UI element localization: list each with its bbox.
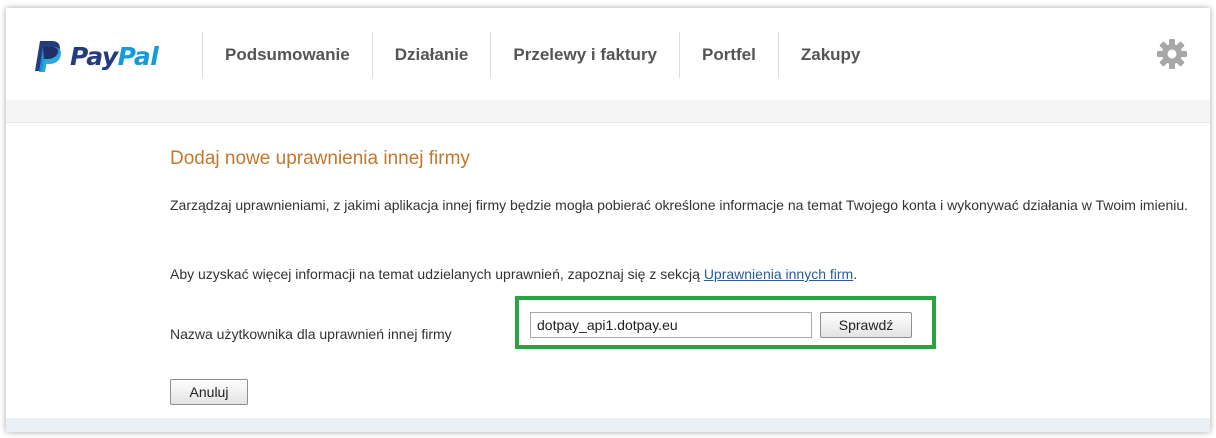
info-suffix: . [853,266,858,282]
info-text: Aby uzyskać więcej informacji na temat u… [170,266,857,282]
paypal-wordmark: PayPal [70,41,159,71]
page-description: Zarządzaj uprawnieniami, z jakimi aplika… [170,197,1189,213]
nav-item-dzialanie[interactable]: Działanie [371,32,491,78]
brand-name-part2: Pal [117,41,159,71]
main-nav: Podsumowanie Działanie Przelewy i faktur… [202,32,882,78]
username-input[interactable] [530,312,812,338]
paypal-p-icon [35,41,61,72]
nav-item-przelewy[interactable]: Przelewy i faktury [490,32,679,78]
username-label: Nazwa użytkownika dla uprawnień innej fi… [170,326,452,342]
nav-item-podsumowanie[interactable]: Podsumowanie [202,32,372,78]
nav-item-portfel[interactable]: Portfel [679,32,778,78]
top-header: PayPal Podsumowanie Działanie Przelewy i… [6,8,1210,101]
browser-frame: PayPal Podsumowanie Działanie Przelewy i… [6,8,1210,432]
third-party-permissions-link[interactable]: Uprawnienia innych firm [704,266,853,282]
gear-icon[interactable] [1156,38,1188,70]
page-title: Dodaj nowe uprawnienia innej firmy [170,148,470,169]
bottom-band [6,418,1210,432]
cancel-button[interactable]: Anuluj [170,379,248,405]
nav-item-zakupy[interactable]: Zakupy [777,32,883,78]
info-prefix: Aby uzyskać więcej informacji na temat u… [170,266,704,282]
subheader-bar [6,100,1210,123]
paypal-logo[interactable]: PayPal [32,36,159,76]
check-button[interactable]: Sprawdź [820,312,912,338]
brand-name-part1: Pay [70,41,118,71]
